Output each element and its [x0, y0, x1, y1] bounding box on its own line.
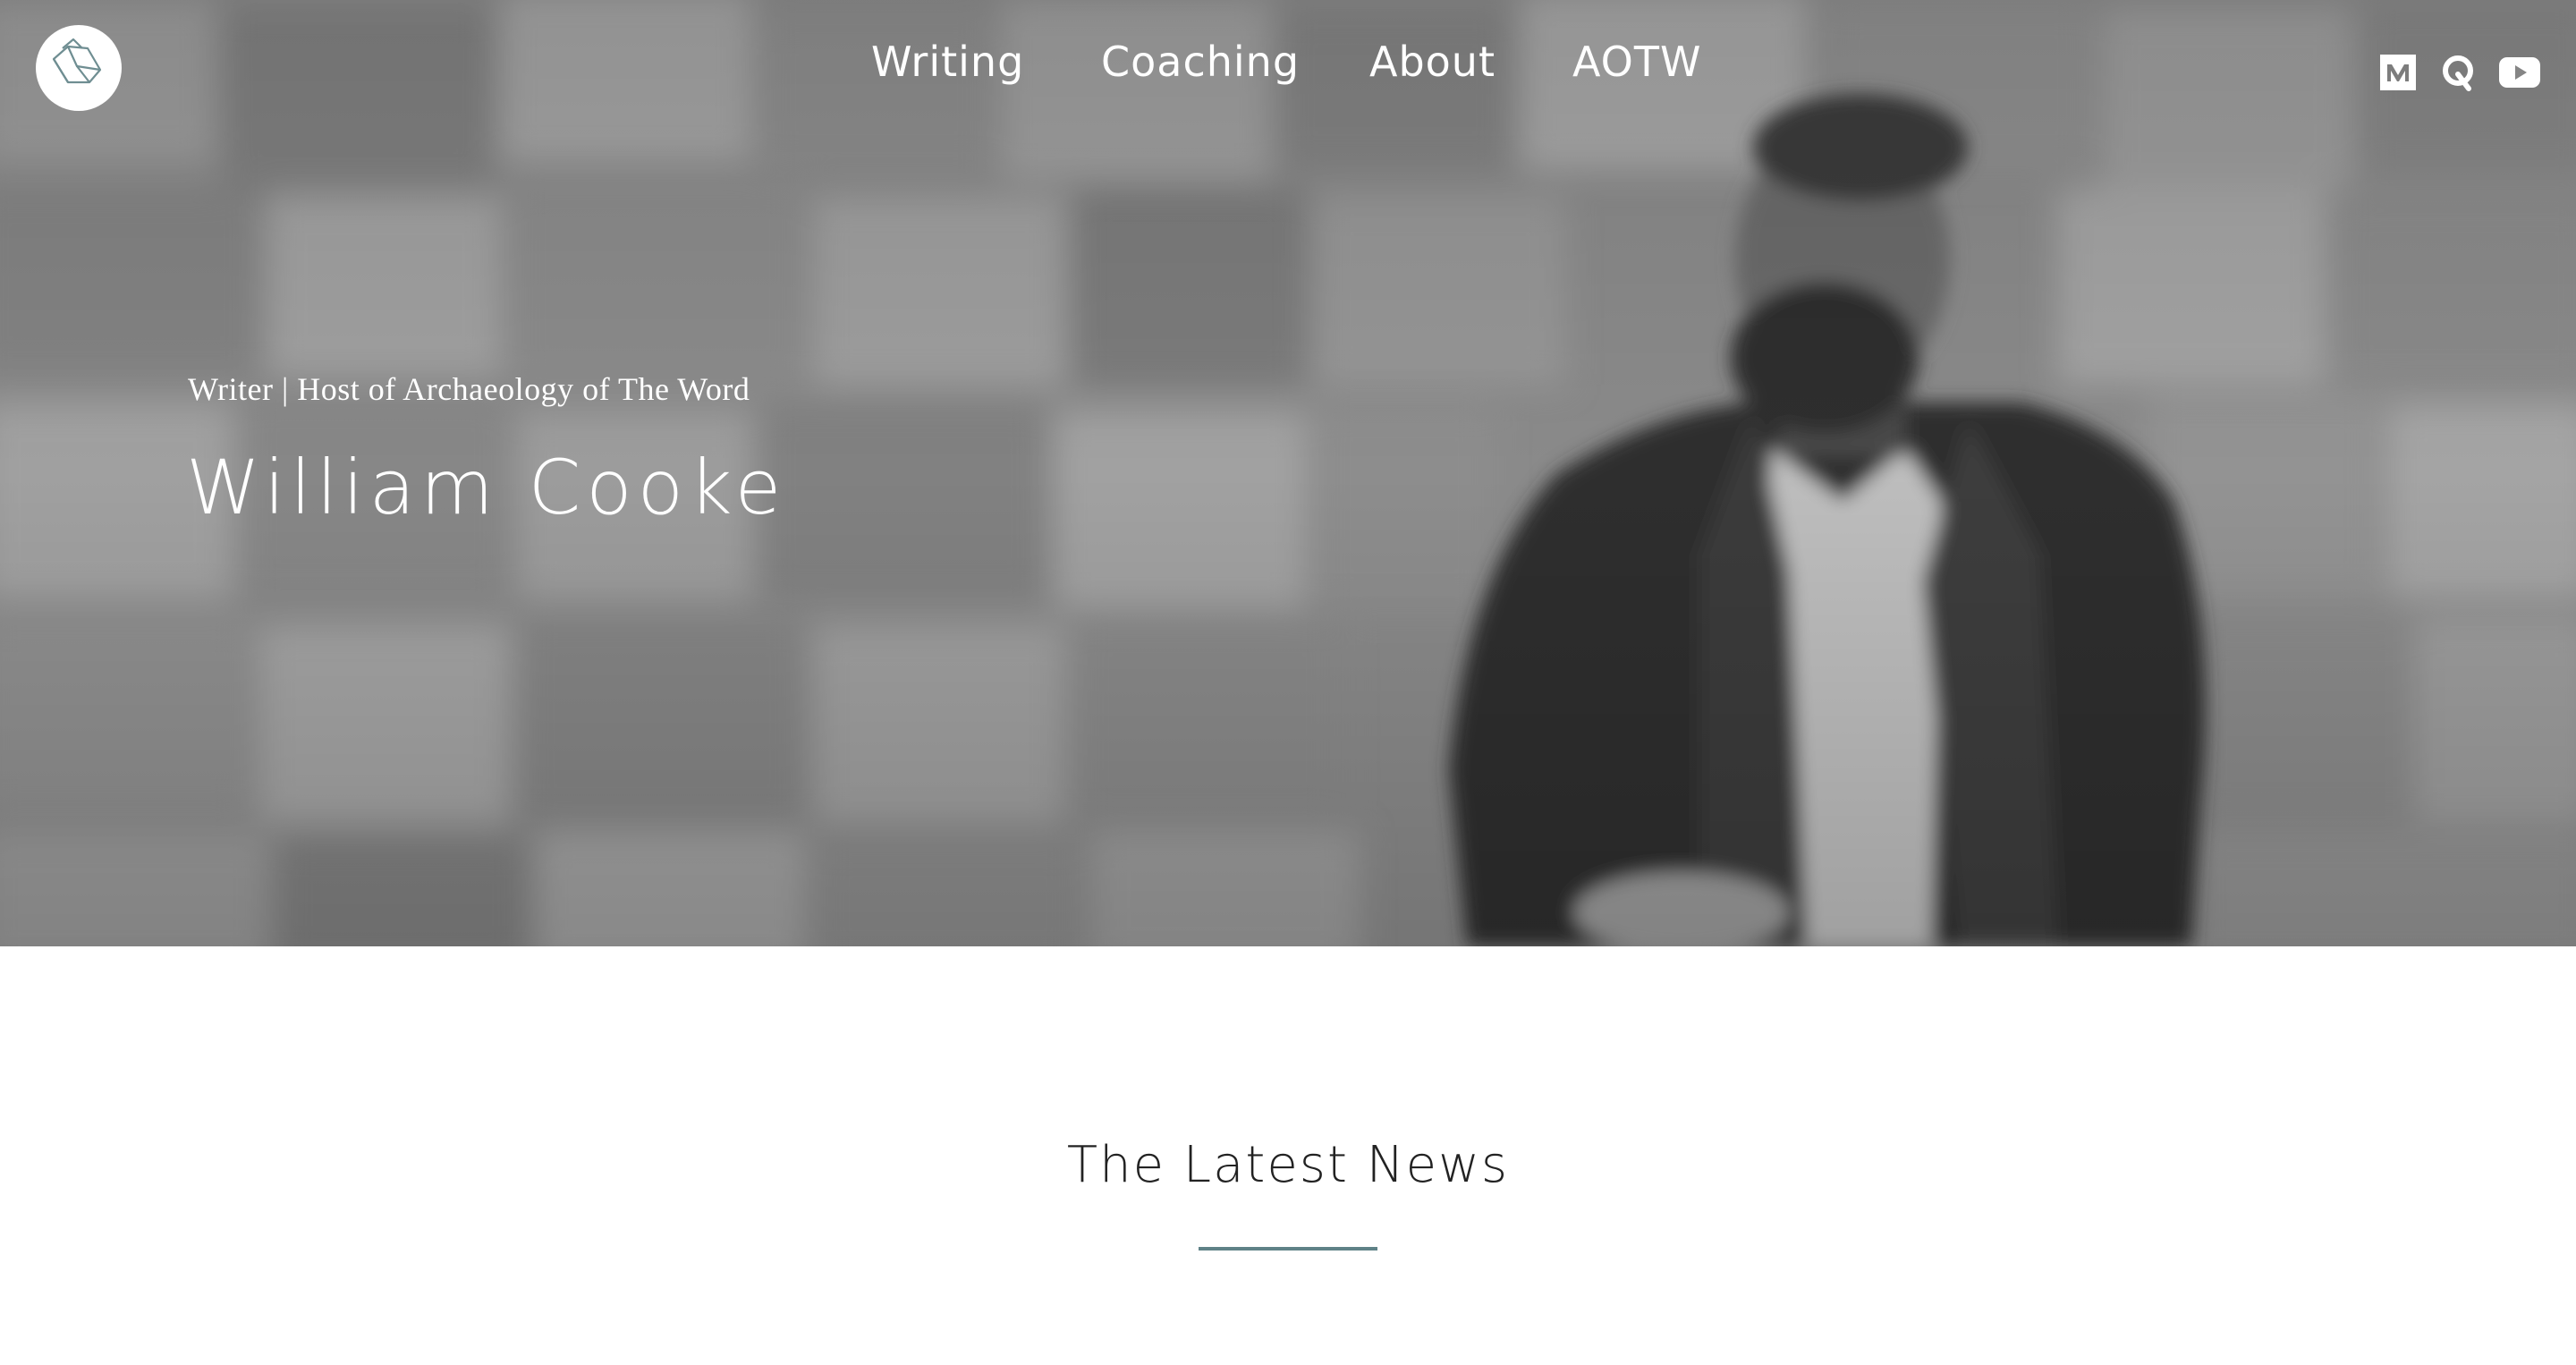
quora-icon	[2443, 55, 2473, 91]
hero-subtitle: Writer | Host of Archaeology of The Word	[188, 371, 750, 407]
nav-item-aotw[interactable]: AOTW	[1572, 38, 1701, 86]
nav-item-writing[interactable]: Writing	[871, 38, 1024, 86]
latest-news-heading: The Latest News	[1066, 1136, 1510, 1194]
youtube-icon	[2499, 57, 2540, 88]
nav-item-about[interactable]: About	[1369, 38, 1496, 86]
nav-item-coaching[interactable]: Coaching	[1101, 38, 1300, 86]
medium-link[interactable]	[2377, 52, 2419, 93]
medium-icon	[2380, 55, 2416, 90]
hero-section: Writing Coaching About AOTW Writer | Hos…	[0, 0, 2576, 946]
hero-name: William Cooke	[186, 444, 787, 531]
main-nav: Writing Coaching About AOTW	[0, 38, 2576, 91]
heading-underline	[1199, 1247, 1377, 1251]
quora-link[interactable]	[2438, 52, 2479, 93]
youtube-link[interactable]	[2497, 52, 2542, 93]
